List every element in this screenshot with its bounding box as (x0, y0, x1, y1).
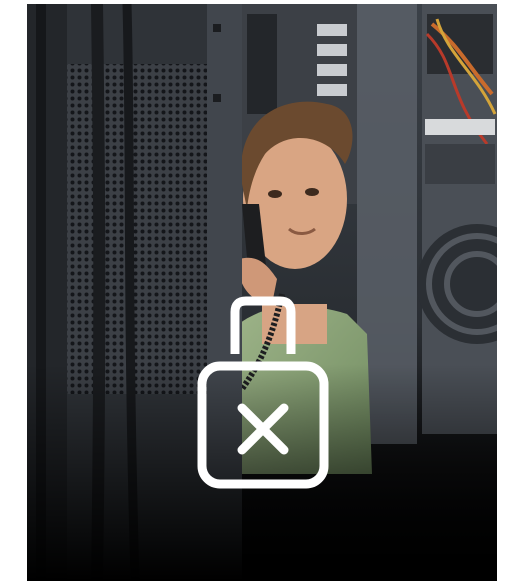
background-photo-server-room (27, 4, 497, 581)
image-caption (0, 0, 1, 1)
locked-lock-with-x-icon (196, 296, 330, 492)
photo-illustration (27, 4, 497, 581)
